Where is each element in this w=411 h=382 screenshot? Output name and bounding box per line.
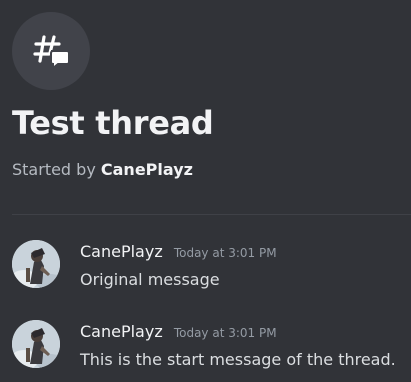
message-header: CanePlayz Today at 3:01 PM (80, 242, 277, 261)
message-header: CanePlayz Today at 3:01 PM (80, 322, 277, 341)
username[interactable]: CanePlayz (80, 242, 163, 261)
thread-started-by: Started by CanePlayz (12, 160, 193, 179)
thread-hash-chat-icon (31, 31, 71, 71)
timestamp[interactable]: Today at 3:01 PM (174, 326, 277, 340)
started-by-label: Started by (12, 160, 96, 179)
avatar[interactable] (12, 240, 60, 288)
username[interactable]: CanePlayz (80, 322, 163, 341)
thread-title: Test thread (12, 104, 214, 142)
divider (12, 214, 411, 215)
thread-icon-container (12, 12, 90, 90)
avatar[interactable] (12, 320, 60, 368)
thread-author-link[interactable]: CanePlayz (101, 160, 193, 179)
message-text: Original message (80, 270, 220, 289)
timestamp[interactable]: Today at 3:01 PM (174, 246, 277, 260)
message-text: This is the start message of the thread. (80, 350, 396, 369)
